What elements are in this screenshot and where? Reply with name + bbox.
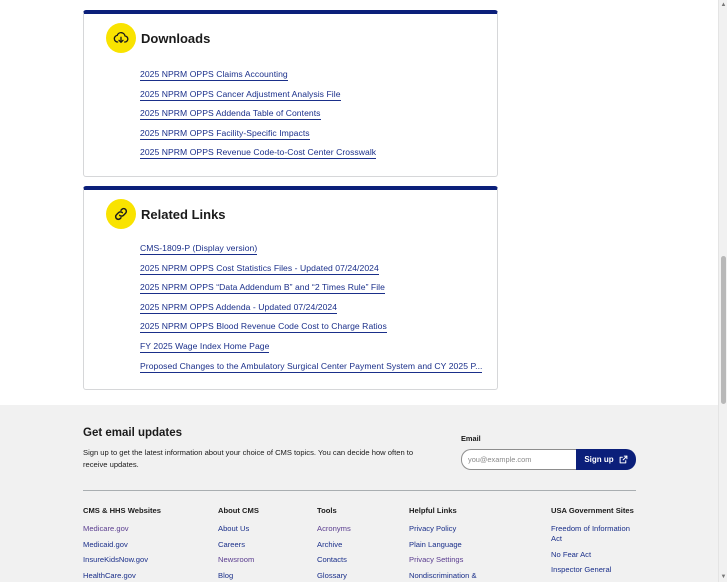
list-item: 2025 NPRM OPPS Blood Revenue Code Cost t… (140, 318, 482, 338)
footer-link-healthcare[interactable]: HealthCare.gov (83, 571, 136, 580)
footer-link-glossary[interactable]: Glossary (317, 571, 347, 580)
downloads-title: Downloads (141, 30, 211, 46)
downloads-list: 2025 NPRM OPPS Claims Accounting 2025 NP… (140, 66, 377, 164)
footer-link-contacts[interactable]: Contacts (317, 555, 347, 564)
list-item: 2025 NPRM OPPS Addenda - Updated 07/24/2… (140, 299, 482, 319)
footer-link-medicare[interactable]: Medicare.gov (83, 524, 129, 533)
related-link-wage-index[interactable]: FY 2025 Wage Index Home Page (140, 340, 270, 353)
footer-column-tools: Tools Acronyms Archive Contacts Glossary (317, 506, 351, 582)
related-links-header: Related Links (106, 199, 226, 229)
footer-link-foia[interactable]: Freedom of Information Act (551, 524, 630, 543)
footer-link-medicaid[interactable]: Medicaid.gov (83, 540, 128, 549)
footer-column-cms-hhs: CMS & HHS Websites Medicare.gov Medicaid… (83, 506, 161, 582)
footer-link-acronyms[interactable]: Acronyms (317, 524, 351, 533)
email-input[interactable] (461, 449, 576, 470)
scroll-down-arrow-icon[interactable]: ▼ (720, 573, 727, 581)
list-item: Proposed Changes to the Ambulatory Surgi… (140, 358, 483, 378)
downloads-header: Downloads (106, 23, 210, 53)
footer-column-heading: Tools (317, 506, 337, 515)
footer-link-nondiscrimination[interactable]: Nondiscrimination & (409, 571, 477, 580)
download-link-revenue-crosswalk[interactable]: 2025 NPRM OPPS Revenue Code-to-Cost Cent… (140, 147, 377, 160)
footer-column-heading: USA Government Sites (551, 506, 634, 515)
footer-link-careers[interactable]: Careers (218, 540, 245, 549)
footer-link-privacy-policy[interactable]: Privacy Policy (409, 524, 456, 533)
related-link-cost-statistics[interactable]: 2025 NPRM OPPS Cost Statistics Files - U… (140, 262, 379, 275)
related-link-asc-payment[interactable]: Proposed Changes to the Ambulatory Surgi… (140, 360, 483, 373)
footer-column-heading: CMS & HHS Websites (83, 506, 161, 515)
sign-up-button[interactable]: Sign up (576, 449, 636, 470)
list-item: 2025 NPRM OPPS Revenue Code-to-Cost Cent… (140, 144, 377, 164)
email-updates-description: Sign up to get the latest information ab… (83, 448, 414, 469)
list-item: FY 2025 Wage Index Home Page (140, 338, 482, 358)
site-footer: Get email updates Sign up to get the lat… (0, 405, 727, 582)
download-link-addenda-toc[interactable]: 2025 NPRM OPPS Addenda Table of Contents (140, 108, 321, 121)
footer-column-heading: About CMS (218, 506, 259, 515)
related-link-data-addendum-b[interactable]: 2025 NPRM OPPS “Data Addendum B” and “2 … (140, 282, 385, 295)
related-link-addenda[interactable]: 2025 NPRM OPPS Addenda - Updated 07/24/2… (140, 301, 338, 314)
footer-link-archive[interactable]: Archive (317, 540, 342, 549)
footer-column-usa-gov: USA Government Sites Freedom of Informat… (551, 506, 641, 581)
scroll-up-arrow-icon[interactable]: ▲ (720, 1, 727, 9)
email-updates-heading: Get email updates (83, 427, 183, 439)
scrollbar-thumb[interactable] (721, 256, 726, 404)
list-item: 2025 NPRM OPPS Claims Accounting (140, 66, 376, 86)
footer-column-helpful-links: Helpful Links Privacy Policy Plain Langu… (409, 506, 477, 582)
footer-link-inspector-general[interactable]: Inspector General (551, 565, 611, 574)
list-item: CMS-1809-P (Display version) (140, 240, 482, 260)
footer-link-no-fear-act[interactable]: No Fear Act (551, 550, 591, 559)
list-item: 2025 NPRM OPPS Facility-Specific Impacts (140, 125, 376, 145)
footer-column-about-cms: About CMS About Us Careers Newsroom Blog (218, 506, 259, 582)
list-item: 2025 NPRM OPPS Cost Statistics Files - U… (140, 260, 482, 280)
external-link-icon (619, 455, 628, 464)
footer-column-heading: Helpful Links (409, 506, 457, 515)
link-icon (106, 199, 136, 229)
related-links-list: CMS-1809-P (Display version) 2025 NPRM O… (140, 240, 483, 378)
email-label: Email (461, 434, 481, 443)
footer-link-blog[interactable]: Blog (218, 571, 233, 580)
cloud-download-icon (106, 23, 136, 53)
list-item: 2025 NPRM OPPS Cancer Adjustment Analysi… (140, 86, 376, 106)
footer-link-insurekidsnow[interactable]: InsureKidsNow.gov (83, 555, 148, 564)
page-scrollbar[interactable]: ▲ ▼ (718, 0, 727, 582)
footer-link-about-us[interactable]: About Us (218, 524, 249, 533)
download-link-claims-accounting[interactable]: 2025 NPRM OPPS Claims Accounting (140, 69, 288, 81)
list-item: 2025 NPRM OPPS Addenda Table of Contents (140, 105, 376, 125)
download-link-cancer-adjustment[interactable]: 2025 NPRM OPPS Cancer Adjustment Analysi… (140, 88, 341, 101)
related-links-card: Related Links CMS-1809-P (Display versio… (83, 186, 498, 390)
related-links-title: Related Links (141, 206, 226, 222)
list-item: 2025 NPRM OPPS “Data Addendum B” and “2 … (140, 279, 482, 299)
sign-up-label: Sign up (584, 455, 614, 464)
footer-link-privacy-settings[interactable]: Privacy Settings (409, 555, 463, 564)
download-link-facility-impacts[interactable]: 2025 NPRM OPPS Facility-Specific Impacts (140, 127, 310, 140)
footer-divider (83, 490, 636, 491)
footer-link-newsroom[interactable]: Newsroom (218, 555, 254, 564)
footer-link-plain-language[interactable]: Plain Language (409, 540, 462, 549)
downloads-card: Downloads 2025 NPRM OPPS Claims Accounti… (83, 10, 498, 177)
related-link-cms-1809[interactable]: CMS-1809-P (Display version) (140, 243, 258, 255)
related-link-blood-revenue[interactable]: 2025 NPRM OPPS Blood Revenue Code Cost t… (140, 321, 387, 334)
